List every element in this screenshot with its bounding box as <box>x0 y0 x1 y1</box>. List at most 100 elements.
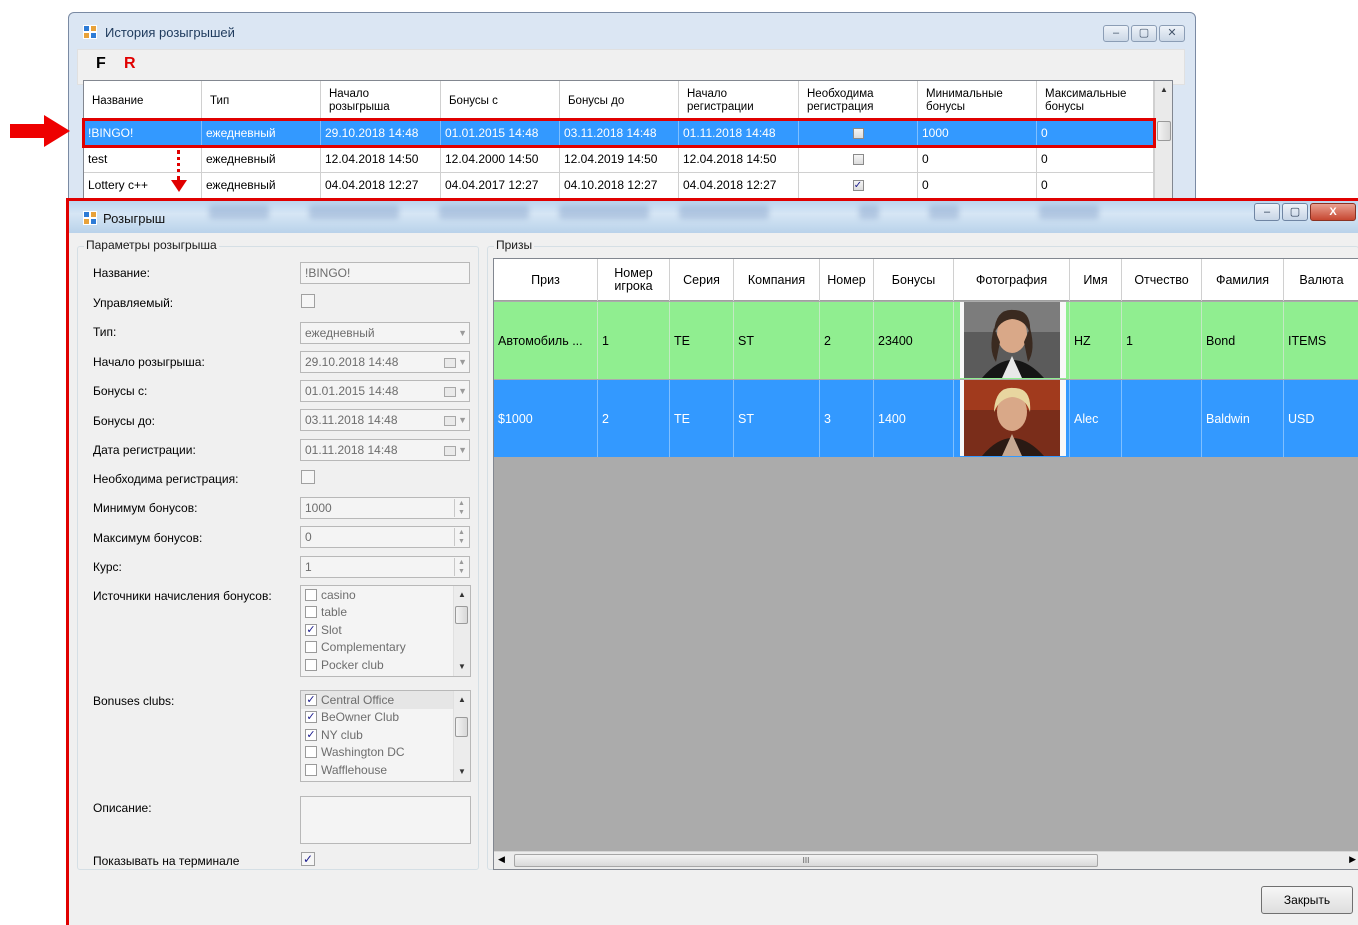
col-header-bonus-to[interactable]: Бонусы до <box>560 81 679 121</box>
checkbox-icon[interactable] <box>305 641 317 654</box>
col-header[interactable]: Отчество <box>1122 259 1202 301</box>
maximize-button[interactable]: ▢ <box>1131 25 1157 42</box>
col-header[interactable]: Валюта <box>1284 259 1358 301</box>
scroll-up-icon[interactable]: ▲ <box>1155 81 1172 99</box>
checkbox-icon[interactable]: ✓ <box>852 180 864 192</box>
list-item[interactable]: Wafflehouse <box>301 761 470 779</box>
maximize-button[interactable]: ▢ <box>1282 203 1308 221</box>
history-window-title: История розыгрышей <box>105 25 235 40</box>
checkbox-icon[interactable] <box>305 606 317 619</box>
filter-button[interactable]: F <box>96 55 106 73</box>
name-field[interactable]: !BINGO! <box>300 262 470 284</box>
bonus-to-date-picker[interactable]: 03.11.2018 14:48 ▼ <box>300 409 470 431</box>
clubs-checklist[interactable]: ✓ Central Office ✓ BeOwner Club ✓ NY club Wash… <box>300 690 471 782</box>
type-dropdown[interactable]: ежедневный ▼ <box>300 322 470 344</box>
minimize-button[interactable]: ‒ <box>1103 25 1129 42</box>
calendar-icon[interactable]: ▼ <box>437 412 467 428</box>
show-terminal-label: Показывать на терминале <box>93 854 240 868</box>
scroll-thumb[interactable] <box>1157 121 1171 141</box>
chevron-down-icon[interactable]: ▼ <box>437 325 467 341</box>
col-header[interactable]: Имя <box>1070 259 1122 301</box>
list-item-label: Complementary <box>321 640 406 655</box>
managed-checkbox[interactable] <box>301 294 315 308</box>
list-item-label: table <box>321 605 348 620</box>
description-field[interactable] <box>300 796 471 844</box>
spin-icon[interactable]: ▲ ▼ <box>454 499 468 517</box>
draw-titlebar[interactable]: Розыгрыш ‒ ▢ X <box>69 201 1358 233</box>
col-header-reg-required[interactable]: Необходима регистрация <box>799 81 918 121</box>
checkbox-icon[interactable]: ✓ <box>305 711 317 724</box>
history-titlebar[interactable]: История розыгрышей ‒ ▢ ✕ <box>69 13 1195 47</box>
rate-stepper[interactable]: 1 ▲ ▼ <box>300 556 470 578</box>
list-item-label: Slot <box>321 622 342 637</box>
checkbox-icon[interactable] <box>305 746 317 759</box>
list-item[interactable]: ✓ NY club <box>301 726 470 744</box>
reg-required-checkbox[interactable] <box>301 470 315 484</box>
checkbox-icon[interactable]: ✓ <box>305 623 317 636</box>
cell-bonuses: 23400 <box>874 302 954 379</box>
reg-date-value: 01.11.2018 14:48 <box>305 443 398 457</box>
col-header[interactable]: Номер <box>820 259 874 301</box>
col-header[interactable]: Фотография <box>954 259 1070 301</box>
cell-reg-start: 12.04.2018 14:50 <box>679 147 799 173</box>
list-item[interactable]: casino <box>301 586 470 604</box>
checkbox-icon[interactable]: ✓ <box>305 693 317 706</box>
show-terminal-checkbox[interactable]: ✓ <box>301 852 315 866</box>
sources-checklist[interactable]: casino table ✓ Slot Complementary Pocker club… <box>300 585 471 677</box>
minimize-button[interactable]: ‒ <box>1254 203 1280 221</box>
rate-label: Курс: <box>93 560 122 574</box>
checkbox-icon[interactable] <box>305 763 317 776</box>
close-dialog-button[interactable]: Закрыть <box>1261 886 1353 914</box>
close-button[interactable]: ✕ <box>1159 25 1185 42</box>
reg-date-picker[interactable]: 01.11.2018 14:48 ▼ <box>300 439 470 461</box>
checkbox-icon[interactable] <box>305 588 317 601</box>
table-row[interactable]: $1000 2 TE ST 3 1400 Alec Baldwin USD <box>494 380 1358 457</box>
calendar-icon[interactable]: ▼ <box>437 442 467 458</box>
col-header-max-bonus[interactable]: Максимальные бонусы <box>1037 81 1154 121</box>
table-row[interactable]: Автомобиль ... 1 TE ST 2 23400 HZ 1 Bond ITEMS <box>494 302 1358 379</box>
checkbox-icon[interactable] <box>305 658 317 671</box>
col-header[interactable]: Приз <box>494 259 598 301</box>
col-header-min-bonus[interactable]: Минимальные бонусы <box>918 81 1037 121</box>
col-header-reg-start[interactable]: Начало регистрации <box>679 81 799 121</box>
prizes-horizontal-scrollbar[interactable]: ◀ III ▶ <box>494 851 1358 869</box>
table-row[interactable]: Lottery c++ ежедневный 04.04.2018 12:27 04.… <box>84 173 1154 199</box>
close-button[interactable]: X <box>1310 203 1356 221</box>
prizes-grid[interactable]: Приз Номер игрока Серия Компания Номер Бонусы… <box>493 258 1358 870</box>
table-row[interactable]: test ежедневный 12.04.2018 14:50 12.04.2000… <box>84 147 1154 173</box>
col-header[interactable]: Фамилия <box>1202 259 1284 301</box>
col-header[interactable]: Компания <box>734 259 820 301</box>
refresh-button[interactable]: R <box>124 55 136 73</box>
checkbox-icon[interactable]: ✓ <box>305 728 317 741</box>
scroll-left-icon[interactable]: ◀ <box>498 854 505 865</box>
name-label: Название: <box>93 266 150 280</box>
bonus-from-date-picker[interactable]: 01.01.2015 14:48 ▼ <box>300 380 470 402</box>
col-header-bonus-from[interactable]: Бонусы с <box>441 81 560 121</box>
list-item[interactable]: table <box>301 604 470 622</box>
checkbox-icon[interactable] <box>852 154 864 166</box>
sources-scrollbar[interactable]: ▲ ▼ <box>453 586 470 676</box>
spin-icon[interactable]: ▲ ▼ <box>454 558 468 576</box>
col-header-start[interactable]: Начало розыгрыша <box>321 81 441 121</box>
calendar-icon[interactable]: ▼ <box>437 383 467 399</box>
col-header-type[interactable]: Тип <box>202 81 321 121</box>
col-header[interactable]: Номер игрока <box>598 259 670 301</box>
scroll-thumb[interactable]: III <box>514 854 1098 867</box>
col-header-name[interactable]: Название <box>84 81 202 121</box>
col-header[interactable]: Бонусы <box>874 259 954 301</box>
cell-first: Alec <box>1070 380 1122 457</box>
clubs-scrollbar[interactable]: ▲ ▼ <box>453 691 470 781</box>
scroll-right-icon[interactable]: ▶ <box>1349 854 1356 865</box>
list-item[interactable]: Washington DC <box>301 744 470 762</box>
start-date-picker[interactable]: 29.10.2018 14:48 ▼ <box>300 351 470 373</box>
min-bonus-stepper[interactable]: 1000 ▲ ▼ <box>300 497 470 519</box>
col-header[interactable]: Серия <box>670 259 734 301</box>
list-item[interactable]: Pocker club <box>301 656 470 674</box>
list-item[interactable]: ✓ BeOwner Club <box>301 709 470 727</box>
max-bonus-stepper[interactable]: 0 ▲ ▼ <box>300 526 470 548</box>
spin-icon[interactable]: ▲ ▼ <box>454 528 468 546</box>
list-item[interactable]: ✓ Central Office <box>301 691 470 709</box>
list-item[interactable]: ✓ Slot <box>301 621 470 639</box>
list-item[interactable]: Complementary <box>301 639 470 657</box>
calendar-icon[interactable]: ▼ <box>437 354 467 370</box>
